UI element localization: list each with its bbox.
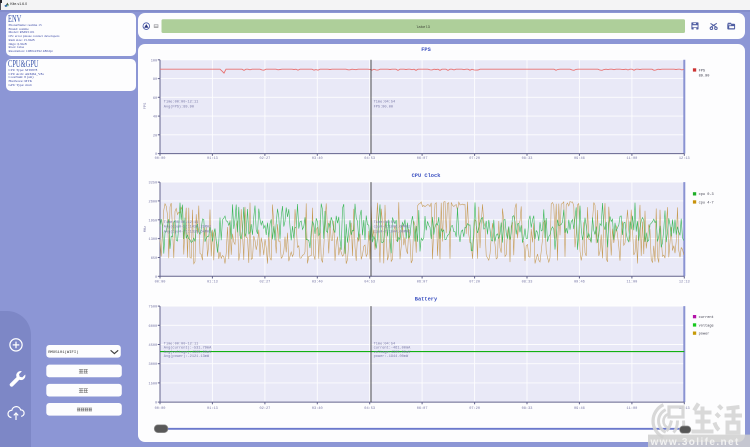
svg-text:00:00: 00:00 (155, 157, 166, 161)
svg-text:current: current (699, 315, 714, 320)
svg-text:CPU Clock: CPU Clock (412, 173, 442, 179)
svg-text:Time:00:00-12:11: Time:00:00-12:11 (164, 100, 199, 105)
svg-text:06:07: 06:07 (417, 157, 428, 161)
svg-text:Time:04:54: Time:04:54 (374, 220, 396, 225)
svg-text:60: 60 (153, 97, 157, 101)
svg-text:cpu 4-7: cpu 4-7 (699, 201, 714, 205)
svg-text:12:13: 12:13 (679, 280, 690, 284)
svg-text:03:40: 03:40 (312, 280, 323, 284)
svg-text:09:46: 09:46 (574, 157, 585, 161)
svg-text:03:40: 03:40 (312, 157, 323, 161)
svg-text:Avg(FPS):89.90: Avg(FPS):89.90 (164, 104, 194, 109)
svg-text:6000: 6000 (149, 325, 158, 329)
svg-text:02:27: 02:27 (260, 407, 271, 411)
svg-text:4500: 4500 (149, 344, 158, 348)
svg-text:80: 80 (153, 78, 157, 82)
svg-text:40: 40 (153, 116, 157, 120)
svg-text:89.90: 89.90 (699, 74, 710, 78)
svg-text:100: 100 (151, 59, 157, 63)
svg-text:www.3olife.net: www.3olife.net (650, 437, 740, 447)
svg-text:RMX5101(WIFI): RMX5101(WIFI) (48, 350, 78, 355)
svg-text:12:13: 12:13 (679, 157, 690, 161)
svg-text:04:53: 04:53 (364, 280, 375, 284)
svg-text:09:46: 09:46 (574, 280, 585, 284)
svg-text:08:33: 08:33 (522, 280, 533, 284)
svg-text:power:-1944.00mW: power:-1944.00mW (374, 354, 409, 359)
svg-text:20: 20 (153, 134, 157, 138)
svg-text:1300: 1300 (149, 238, 158, 242)
svg-text:Avg(power):-2121.13mW: Avg(power):-2121.13mW (164, 354, 210, 359)
svg-text:00:00: 00:00 (155, 280, 166, 284)
svg-text:04:53: 04:53 (364, 157, 375, 161)
svg-text:650: 650 (151, 257, 157, 261)
svg-text:power: power (699, 332, 710, 337)
svg-text:MHz: MHz (144, 226, 148, 232)
svg-text:1500: 1500 (149, 382, 158, 386)
svg-text:cpu4-7:1844.00MHz: cpu4-7:1844.00MHz (374, 230, 411, 234)
svg-text:3250: 3250 (149, 182, 158, 186)
svg-text:Battery: Battery (415, 296, 438, 302)
svg-text:04:53: 04:53 (364, 407, 375, 411)
svg-text:08:33: 08:33 (522, 157, 533, 161)
svg-text:0: 0 (155, 153, 157, 157)
svg-text:Avg(cpu4-7):1325.64MHz: Avg(cpu4-7):1325.64MHz (164, 229, 211, 234)
svg-text:07:20: 07:20 (469, 407, 480, 411)
svg-text:Time:04:54: Time:04:54 (374, 100, 396, 105)
svg-text:02:27: 02:27 (260, 157, 271, 161)
svg-text:label3: label3 (416, 24, 431, 29)
svg-text:01:13: 01:13 (207, 280, 218, 284)
svg-text:cpu0-3:1806.00MHz: cpu0-3:1806.00MHz (374, 226, 411, 230)
svg-text:FPS: FPS (144, 103, 148, 109)
svg-text:voltage: voltage (699, 323, 714, 328)
svg-text:07:20: 07:20 (469, 157, 480, 161)
svg-text:FPS: FPS (421, 47, 431, 53)
svg-text:07:20: 07:20 (469, 280, 480, 284)
svg-text:Avg(cpu0-3):1437.28MHz: Avg(cpu0-3):1437.28MHz (164, 225, 211, 230)
svg-text:08:33: 08:33 (522, 407, 533, 411)
svg-text:01:13: 01:13 (207, 407, 218, 411)
svg-text:02:27: 02:27 (260, 280, 271, 284)
svg-text:2600: 2600 (149, 200, 158, 204)
svg-text:09:46: 09:46 (574, 407, 585, 411)
svg-text:FPS: FPS (699, 69, 705, 73)
svg-text:11:00: 11:00 (627, 157, 638, 161)
svg-text:3000: 3000 (149, 363, 158, 367)
svg-text:00:00: 00:00 (155, 407, 166, 411)
svg-text:06:07: 06:07 (417, 280, 428, 284)
svg-text:0: 0 (155, 402, 157, 406)
svg-text:0: 0 (155, 276, 157, 280)
svg-text:cpu 0-3: cpu 0-3 (699, 193, 714, 197)
svg-text:FPS:90.00: FPS:90.00 (374, 105, 393, 109)
svg-text:01:13: 01:13 (207, 157, 218, 161)
svg-text:1950: 1950 (149, 219, 158, 223)
svg-text:7500: 7500 (149, 306, 158, 310)
svg-text:06:07: 06:07 (417, 407, 428, 411)
svg-text:03:40: 03:40 (312, 407, 323, 411)
svg-text:11:00: 11:00 (627, 280, 638, 284)
svg-text:Time:00:00-12:11: Time:00:00-12:11 (164, 220, 199, 225)
